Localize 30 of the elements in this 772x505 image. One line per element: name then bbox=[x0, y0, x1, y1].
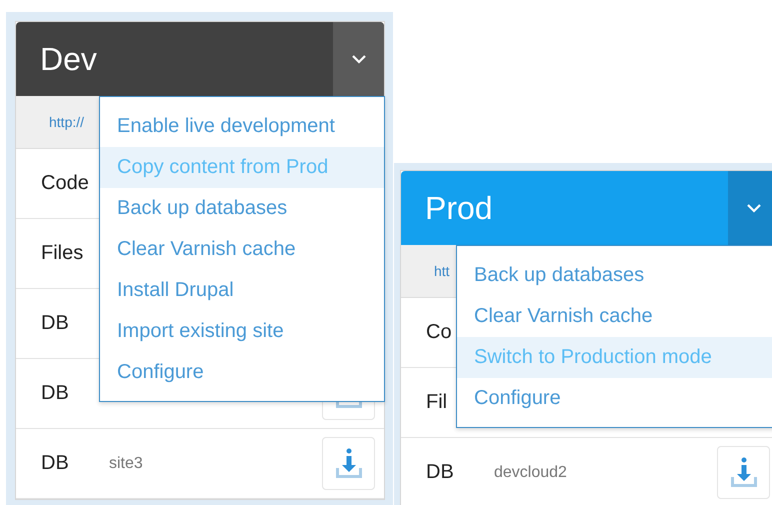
chevron-down-icon bbox=[350, 54, 366, 64]
menu-item[interactable]: Back up databases bbox=[457, 255, 772, 296]
menu-item[interactable]: Configure bbox=[457, 378, 772, 419]
menu-item[interactable]: Configure bbox=[100, 352, 384, 393]
row-label: Code bbox=[41, 172, 90, 195]
row-label: Co bbox=[426, 321, 453, 344]
menu-item[interactable]: Clear Varnish cache bbox=[457, 296, 772, 337]
row-value: devcloud2 bbox=[494, 464, 567, 482]
download-button[interactable] bbox=[322, 437, 375, 490]
menu-item[interactable]: Clear Varnish cache bbox=[100, 229, 384, 270]
menu-item[interactable]: Switch to Production mode bbox=[457, 337, 772, 378]
environment-title: Prod bbox=[424, 190, 494, 226]
site-link[interactable]: http:// bbox=[49, 114, 84, 130]
menu-item[interactable]: Install Drupal bbox=[100, 270, 384, 311]
menu-item[interactable]: Back up databases bbox=[100, 188, 384, 229]
row-label: DB bbox=[41, 312, 70, 335]
environment-title: Dev bbox=[39, 40, 98, 78]
row-label: DB bbox=[41, 382, 70, 405]
dropdown-toggle[interactable] bbox=[728, 171, 772, 245]
row-label: DB bbox=[426, 461, 455, 484]
row-label: Files bbox=[41, 242, 84, 265]
menu-item[interactable]: Copy content from Prod bbox=[100, 147, 384, 188]
dropdown-toggle[interactable] bbox=[333, 22, 384, 96]
chevron-down-icon bbox=[746, 203, 762, 213]
download-button[interactable] bbox=[717, 446, 770, 499]
site-link[interactable]: htt bbox=[434, 263, 450, 279]
menu-item[interactable]: Enable live development bbox=[100, 106, 384, 147]
row-label: DB bbox=[41, 452, 70, 475]
menu-item[interactable]: Import existing site bbox=[100, 311, 384, 352]
row-value: site3 bbox=[109, 454, 143, 472]
